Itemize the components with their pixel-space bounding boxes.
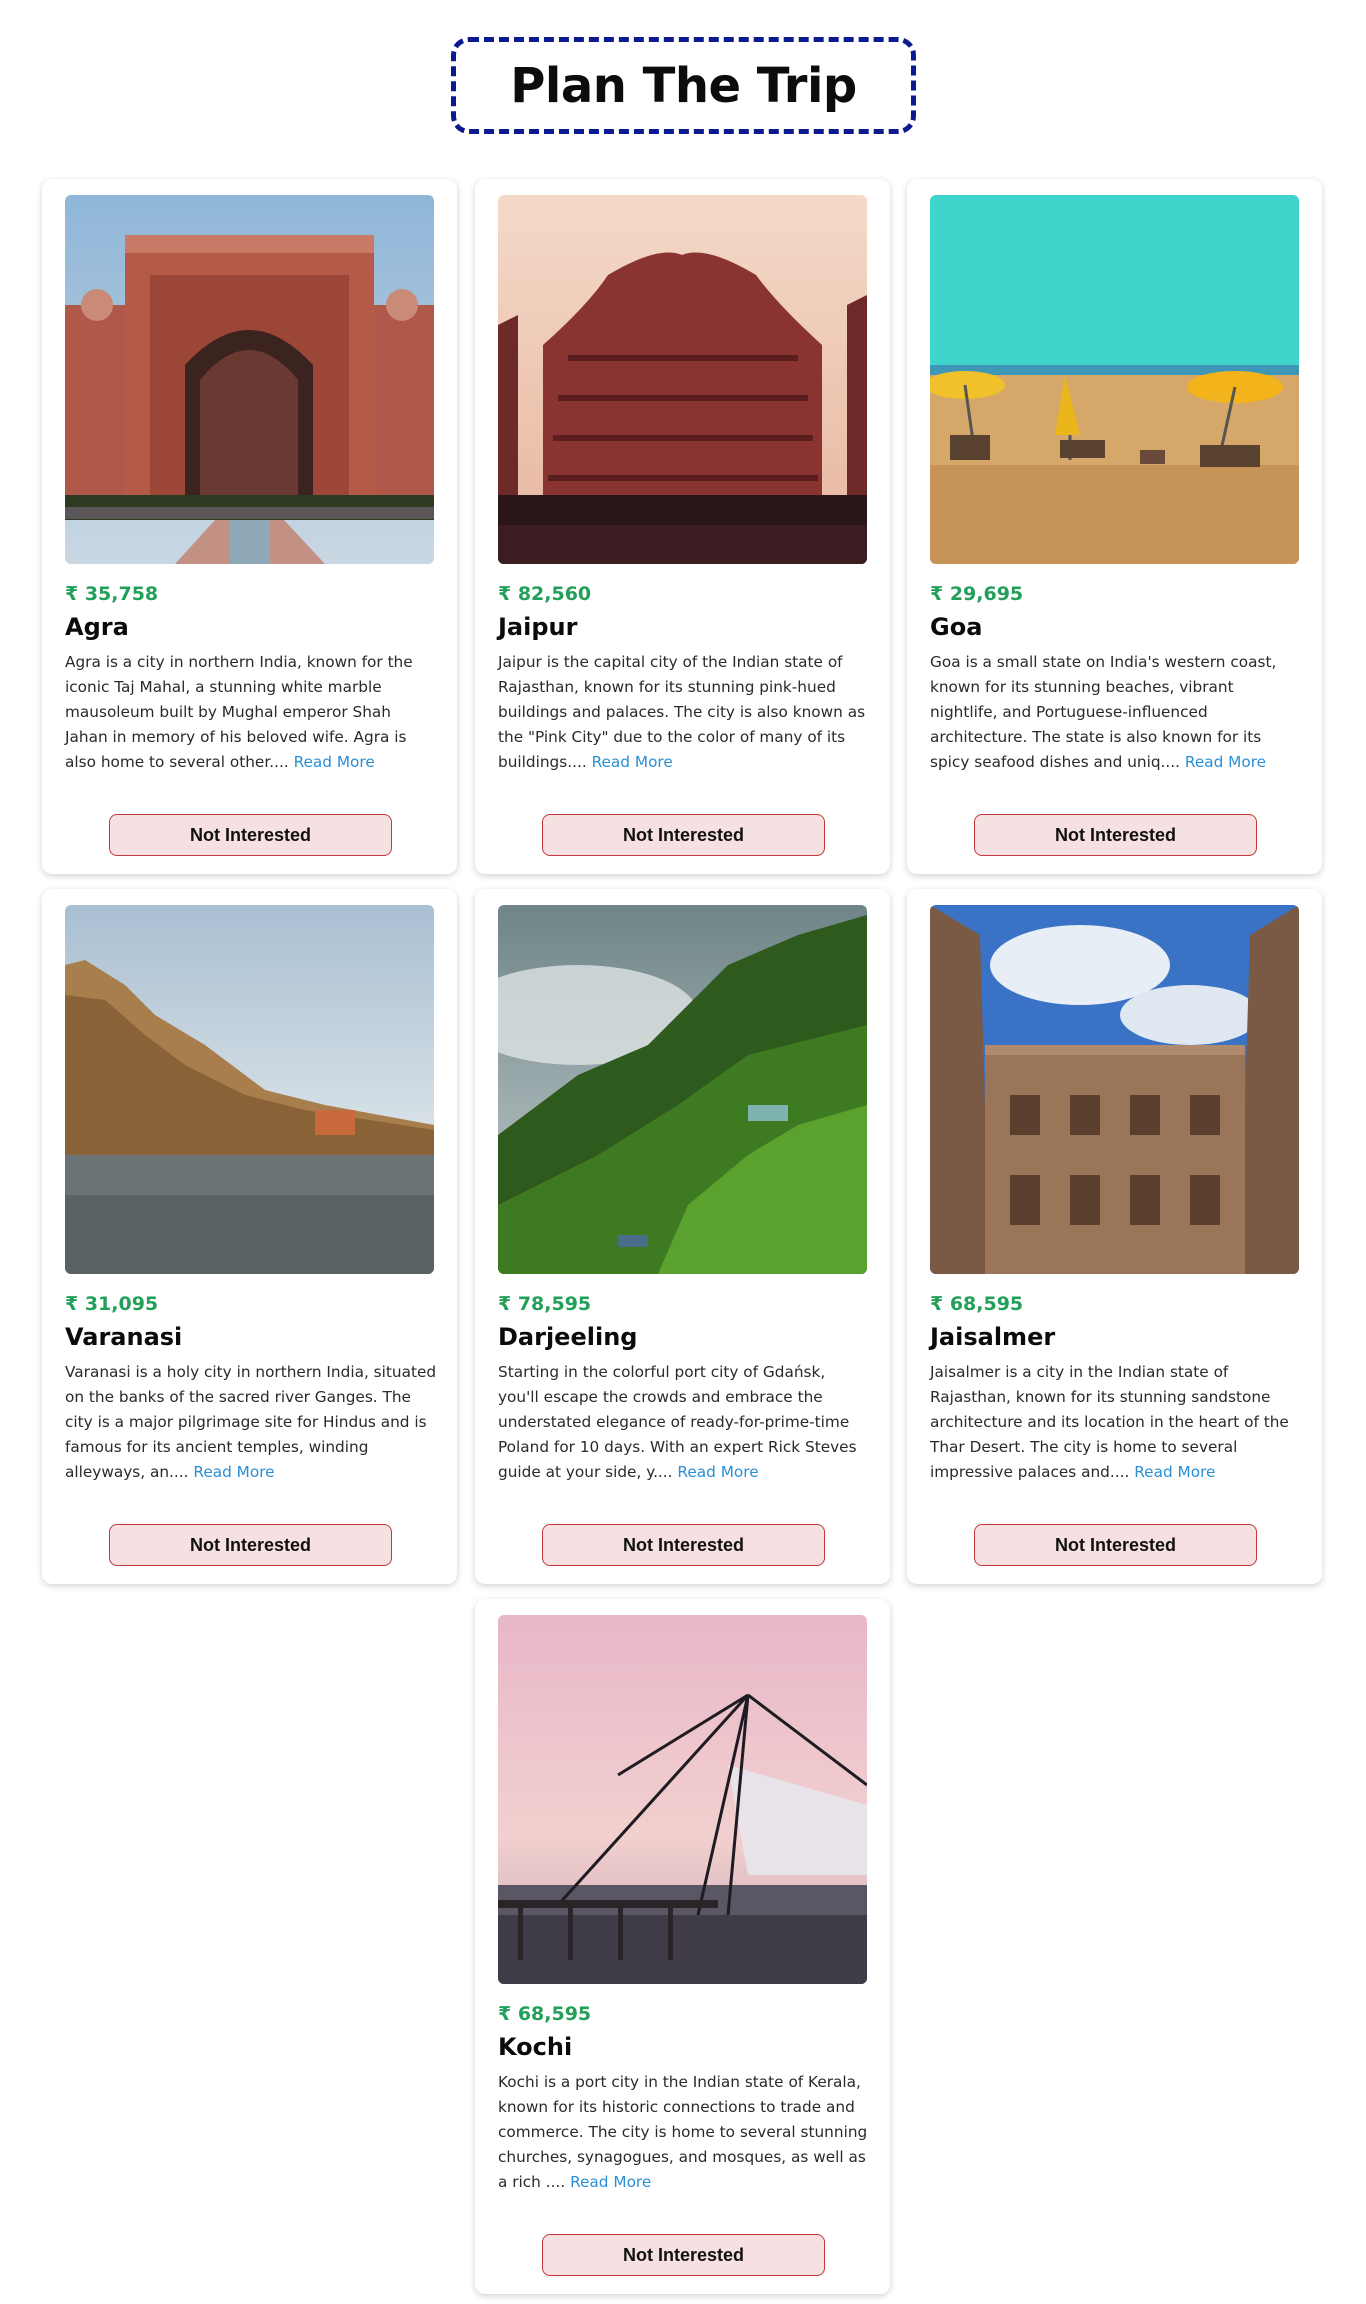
not-interested-button[interactable]: Not Interested bbox=[542, 1524, 825, 1566]
tour-info: Kochi is a port city in the Indian state… bbox=[498, 2070, 870, 2195]
tour-card-goa: ₹ 29,695 Goa Goa is a small state on Ind… bbox=[907, 179, 1322, 874]
tour-info: Goa is a small state on India's western … bbox=[930, 650, 1302, 775]
read-more-link[interactable]: Read More bbox=[1134, 1463, 1215, 1481]
tour-image-kochi bbox=[498, 1615, 867, 1984]
tour-name: Varanasi bbox=[65, 1323, 183, 1351]
tour-image-varanasi bbox=[65, 905, 434, 1274]
tour-info: Jaisalmer is a city in the Indian state … bbox=[930, 1360, 1302, 1485]
tour-card-jaipur: ₹ 82,560 Jaipur Jaipur is the capital ci… bbox=[475, 179, 890, 874]
tour-price: ₹ 31,095 bbox=[65, 1293, 159, 1315]
tour-info: Agra is a city in northern India, known … bbox=[65, 650, 437, 775]
not-interested-button[interactable]: Not Interested bbox=[109, 814, 392, 856]
tour-info-text: Jaipur is the capital city of the Indian… bbox=[498, 653, 866, 771]
tour-image-agra bbox=[65, 195, 434, 564]
tour-name: Kochi bbox=[498, 2033, 573, 2061]
tour-card-agra: ₹ 35,758 Agra Agra is a city in northern… bbox=[42, 179, 457, 874]
tour-image-darjeeling bbox=[498, 905, 867, 1274]
tour-price: ₹ 35,758 bbox=[65, 583, 159, 605]
tour-info-text: Jaisalmer is a city in the Indian state … bbox=[930, 1363, 1289, 1481]
read-more-link[interactable]: Read More bbox=[570, 2173, 651, 2191]
page-title-box: Plan The Trip bbox=[451, 37, 916, 134]
tour-price: ₹ 68,595 bbox=[498, 2003, 592, 2025]
tour-image-jaipur bbox=[498, 195, 867, 564]
tour-info: Jaipur is the capital city of the Indian… bbox=[498, 650, 870, 775]
tour-price: ₹ 78,595 bbox=[498, 1293, 592, 1315]
read-more-link[interactable]: Read More bbox=[592, 753, 673, 771]
tour-name: Agra bbox=[65, 613, 129, 641]
tour-name: Goa bbox=[930, 613, 983, 641]
not-interested-button[interactable]: Not Interested bbox=[974, 1524, 1257, 1566]
page-title: Plan The Trip bbox=[510, 57, 857, 114]
not-interested-button[interactable]: Not Interested bbox=[542, 814, 825, 856]
read-more-link[interactable]: Read More bbox=[677, 1463, 758, 1481]
read-more-link[interactable]: Read More bbox=[294, 753, 375, 771]
tour-card-kochi: ₹ 68,595 Kochi Kochi is a port city in t… bbox=[475, 1599, 890, 2294]
tour-info: Starting in the colorful port city of Gd… bbox=[498, 1360, 870, 1485]
tour-name: Jaisalmer bbox=[930, 1323, 1056, 1351]
tour-card-darjeeling: ₹ 78,595 Darjeeling Starting in the colo… bbox=[475, 889, 890, 1584]
tour-image-jaisalmer bbox=[930, 905, 1299, 1274]
tour-name: Jaipur bbox=[498, 613, 578, 641]
read-more-link[interactable]: Read More bbox=[193, 1463, 274, 1481]
tour-price: ₹ 82,560 bbox=[498, 583, 592, 605]
tour-image-goa bbox=[930, 195, 1299, 564]
tour-price: ₹ 29,695 bbox=[930, 583, 1024, 605]
tour-price: ₹ 68,595 bbox=[930, 1293, 1024, 1315]
tour-info: Varanasi is a holy city in northern Indi… bbox=[65, 1360, 437, 1485]
not-interested-button[interactable]: Not Interested bbox=[109, 1524, 392, 1566]
tour-card-jaisalmer: ₹ 68,595 Jaisalmer Jaisalmer is a city i… bbox=[907, 889, 1322, 1584]
read-more-link[interactable]: Read More bbox=[1185, 753, 1266, 771]
tour-info-text: Kochi is a port city in the Indian state… bbox=[498, 2073, 868, 2191]
not-interested-button[interactable]: Not Interested bbox=[542, 2234, 825, 2276]
not-interested-button[interactable]: Not Interested bbox=[974, 814, 1257, 856]
tour-name: Darjeeling bbox=[498, 1323, 638, 1351]
tour-card-varanasi: ₹ 31,095 Varanasi Varanasi is a holy cit… bbox=[42, 889, 457, 1584]
